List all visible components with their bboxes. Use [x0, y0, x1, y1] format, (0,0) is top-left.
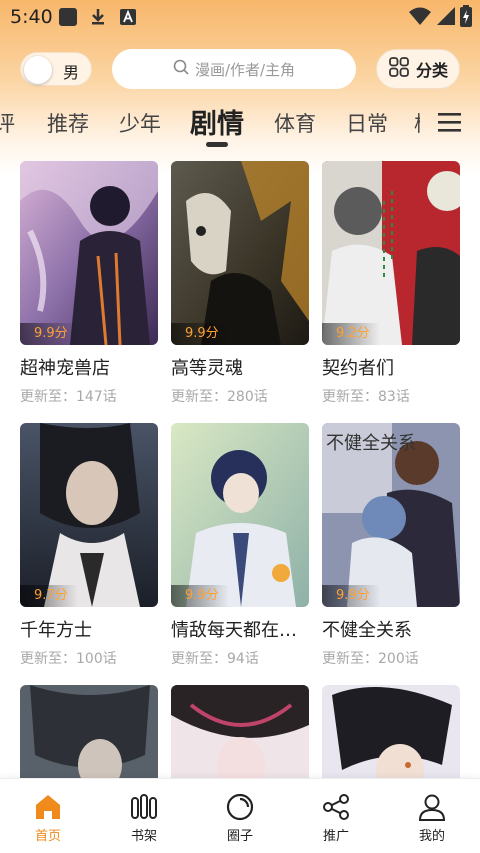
nav-bookshelf[interactable]: 书架: [96, 779, 192, 853]
active-tab-indicator: [206, 142, 228, 147]
comic-score: 9.9分: [20, 323, 78, 345]
comic-score: 9.2分: [322, 323, 380, 345]
download-icon: [88, 7, 108, 31]
comic-update: 更新至：83话: [322, 389, 410, 405]
comic-cover[interactable]: 9.9分: [171, 161, 309, 345]
comic-title[interactable]: 高等灵魂: [171, 354, 309, 380]
category-grid-icon: [388, 56, 410, 82]
comic-score: 9.9分: [171, 585, 229, 607]
comic-cover[interactable]: 9.9分: [20, 161, 158, 345]
nav-promote[interactable]: 推广: [288, 779, 384, 853]
comic-score: 9.9分: [171, 323, 229, 345]
battery-icon: [460, 5, 472, 31]
comic-score: 9.7分: [20, 585, 78, 607]
wifi-icon: [408, 6, 432, 30]
comic-title[interactable]: 不健全关系: [322, 616, 460, 642]
comic-score: 9.9分: [322, 585, 380, 607]
toggle-knob: [24, 56, 52, 84]
comic-title[interactable]: 千年方士: [20, 616, 158, 642]
category-button[interactable]: 分类: [376, 49, 460, 89]
tab-partial-right[interactable]: 校: [414, 108, 420, 138]
tab-daily[interactable]: 日常: [346, 108, 388, 138]
comic-card[interactable]: 9.9分 情敌每天都在变美 更新至：94话: [171, 423, 309, 668]
comic-card[interactable]: 9.9分 超神宠兽店 更新至：147话: [20, 161, 158, 406]
nav-profile-label: 我的: [418, 829, 445, 844]
signal-icon: [436, 6, 456, 30]
comic-update: 更新至：100话: [20, 651, 117, 667]
status-bar: 5:40: [0, 0, 480, 34]
category-label: 分类: [415, 61, 448, 80]
comic-title[interactable]: 契约者们: [322, 354, 460, 380]
comic-cover[interactable]: 9.2分: [322, 161, 460, 345]
search-placeholder: 漫画/作者/主角: [194, 60, 296, 79]
comic-card[interactable]: 9.2分 契约者们 更新至：83话: [322, 161, 460, 406]
comic-update: 更新至：200话: [322, 651, 419, 667]
nav-profile[interactable]: 我的: [384, 779, 480, 853]
comic-cover[interactable]: 9.9分: [171, 423, 309, 607]
profile-icon: [418, 793, 446, 825]
comic-update: 更新至：147话: [20, 389, 117, 405]
comic-title[interactable]: 超神宠兽店: [20, 354, 158, 380]
bottom-nav: 首页 书架 圈子 推广 我的: [0, 778, 480, 853]
tab-shounen[interactable]: 少年: [119, 108, 161, 138]
gender-label: 男: [63, 63, 80, 82]
search-input[interactable]: 漫画/作者/主角: [112, 49, 356, 89]
share-icon: [322, 793, 350, 825]
nav-home[interactable]: 首页: [0, 779, 96, 853]
search-icon: [173, 59, 189, 79]
tab-partial-left[interactable]: 评: [0, 108, 15, 138]
app-notification-icon: [58, 7, 78, 31]
bookshelf-icon: [130, 793, 158, 825]
nav-circle-label: 圈子: [226, 829, 253, 844]
comic-card[interactable]: 9.7分 千年方士 更新至：100话: [20, 423, 158, 668]
comic-card[interactable]: 不健全关系 9.9分 不健全关系 更新至：200话: [322, 423, 460, 668]
tab-recommend[interactable]: 推荐: [47, 108, 89, 138]
status-time: 5:40: [10, 6, 53, 28]
circle-icon: [226, 793, 254, 825]
comic-update: 更新至：280话: [171, 389, 268, 405]
gender-toggle[interactable]: 男: [20, 52, 92, 86]
comic-cover[interactable]: 9.7分: [20, 423, 158, 607]
comic-cover[interactable]: 不健全关系 9.9分: [322, 423, 460, 607]
nav-home-label: 首页: [34, 829, 61, 844]
comic-update: 更新至：94话: [171, 651, 259, 667]
nav-promote-label: 推广: [322, 829, 349, 844]
text-notification-icon: [118, 7, 138, 31]
nav-circle[interactable]: 圈子: [192, 779, 288, 853]
comic-title[interactable]: 情敌每天都在变美: [171, 616, 309, 642]
menu-icon[interactable]: [438, 111, 462, 137]
comic-card[interactable]: 9.9分 高等灵魂 更新至：280话: [171, 161, 309, 406]
tab-drama[interactable]: 剧情: [190, 102, 244, 141]
tab-sports[interactable]: 体育: [274, 108, 316, 138]
nav-bookshelf-label: 书架: [130, 829, 157, 844]
home-icon: [34, 793, 62, 825]
cover-title-text: 不健全关系: [326, 433, 416, 454]
